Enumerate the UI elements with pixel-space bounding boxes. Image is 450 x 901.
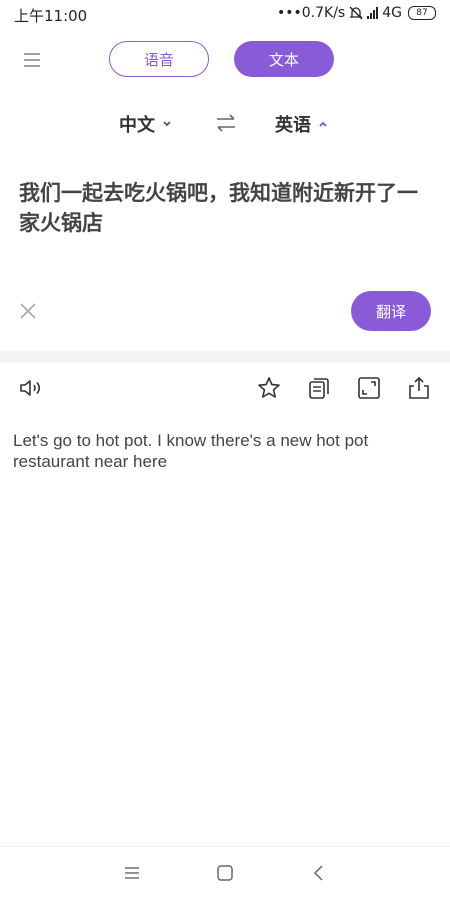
signal-icon	[367, 7, 379, 19]
expand-icon[interactable]	[356, 375, 382, 401]
chevron-down-icon	[163, 121, 171, 127]
source-language-label: 中文	[119, 115, 155, 136]
speaker-icon[interactable]	[18, 375, 44, 401]
translate-button[interactable]: 翻译	[351, 291, 431, 331]
source-text-input[interactable]: 我们一起去吃火锅吧，我知道附近新开了一家火锅店	[19, 178, 431, 238]
home-icon[interactable]	[214, 862, 236, 884]
status-right: •••0.7K/s 4G 87	[277, 5, 436, 21]
status-time: 上午11:00	[14, 7, 88, 25]
source-language-selector[interactable]: 中文	[119, 110, 173, 138]
network-type: 4G	[382, 5, 402, 21]
close-icon[interactable]	[18, 301, 38, 321]
menu-icon[interactable]	[22, 50, 42, 70]
translation-result: Let's go to hot pot. I know there's a ne…	[13, 431, 369, 471]
copy-icon[interactable]	[306, 375, 332, 401]
target-language-selector[interactable]: 英语	[275, 110, 329, 138]
text-mode-button[interactable]: 文本	[234, 41, 334, 77]
swap-icon[interactable]	[214, 111, 238, 135]
battery-icon: 87	[408, 6, 436, 20]
chevron-up-icon	[319, 121, 327, 127]
voice-mode-button[interactable]: 语音	[109, 41, 209, 77]
target-language-label: 英语	[275, 115, 311, 136]
network-speed: •••0.7K/s	[277, 5, 346, 21]
status-bar: 上午11:00 •••0.7K/s 4G 87	[0, 0, 450, 30]
back-icon[interactable]	[308, 862, 330, 884]
star-icon[interactable]	[256, 375, 282, 401]
section-divider	[0, 351, 450, 363]
share-icon[interactable]	[406, 375, 432, 401]
mute-bell-icon	[349, 6, 363, 20]
recent-apps-icon[interactable]	[121, 862, 143, 884]
